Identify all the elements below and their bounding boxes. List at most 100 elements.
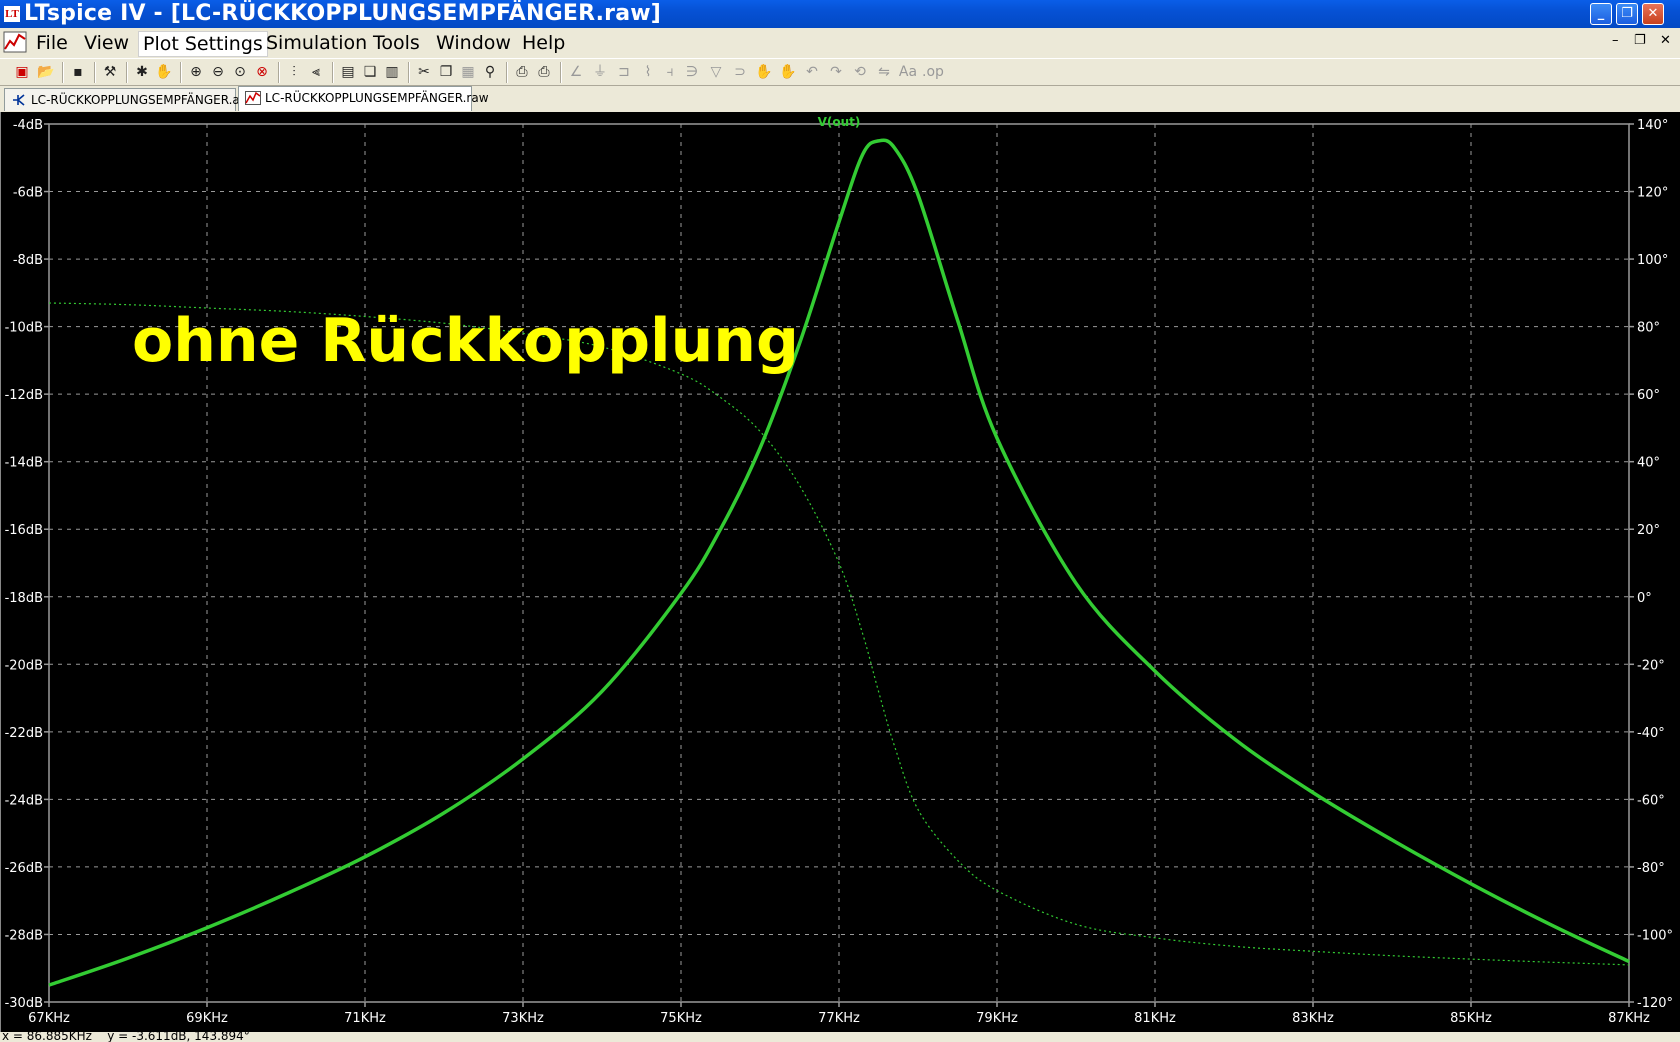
open-icon[interactable]: 📂	[36, 62, 56, 82]
y-right-tick-label: -40°	[1637, 726, 1665, 741]
y-right-tick-label: 20°	[1637, 523, 1660, 538]
label-icon[interactable]: ⊐	[614, 62, 634, 82]
y-right-tick-label: 0°	[1637, 591, 1652, 606]
y-right-tick-label: 40°	[1637, 456, 1660, 471]
traces	[48, 138, 1630, 987]
x-tick-label: 81KHz	[1134, 1011, 1176, 1026]
tab-schematic[interactable]: LC-RÜCKKOPPLUNGSEMPFÄNGER.asc	[4, 88, 253, 111]
ltspice-app-icon[interactable]: LT	[4, 6, 20, 22]
save-icon[interactable]: ▪	[68, 62, 88, 82]
menu-file[interactable]: File	[32, 31, 72, 55]
restore-button[interactable]: ❐	[1616, 3, 1638, 25]
print-icon[interactable]: ⎙	[534, 62, 554, 82]
run-icon[interactable]: ✱	[132, 62, 152, 82]
x-tick-label: 77KHz	[818, 1011, 860, 1026]
y-left-tick-label: -8dB	[13, 253, 43, 268]
find-icon[interactable]: ⚲	[480, 62, 500, 82]
x-tick-label: 69KHz	[186, 1011, 228, 1026]
cascade-icon[interactable]: ❏	[360, 62, 380, 82]
mirror-icon[interactable]: ⇋	[874, 62, 894, 82]
mdi-restore-button[interactable]: ❐	[1634, 33, 1646, 48]
y-right-tick-label: -20°	[1637, 658, 1665, 673]
ground-icon[interactable]: ⏚	[590, 62, 610, 82]
window-title: LTspice IV - [LC-RÜCKKOPPLUNGSEMPFÄNGER.…	[24, 1, 662, 26]
menu-tools[interactable]: Tools	[369, 31, 424, 55]
y-left-tick-label: -28dB	[5, 928, 43, 943]
y-right-tick-label: 60°	[1637, 388, 1660, 403]
y-left-tick-label: -24dB	[5, 793, 43, 808]
print-preview-icon[interactable]: ⎙	[512, 62, 532, 82]
paste-icon[interactable]: ▦	[458, 62, 478, 82]
menu-plot-settings[interactable]: Plot Settings	[138, 31, 268, 57]
x-tick-label: 87KHz	[1608, 1011, 1650, 1026]
menu-bar: File View Plot Settings Simulation Tools…	[0, 28, 1680, 58]
diode-icon[interactable]: ▽	[706, 62, 726, 82]
autorange-icon[interactable]: ⫶	[284, 62, 304, 82]
menu-simulation[interactable]: Simulation	[262, 31, 371, 55]
capacitor-icon[interactable]: ⫞	[660, 62, 680, 82]
status-bar: x = 86.885KHz y = -3.611dB, 143.894°	[0, 1032, 1680, 1042]
y-right-tick-label: 140°	[1637, 118, 1668, 133]
waveform-menu-icon[interactable]	[3, 31, 27, 53]
menu-window[interactable]: Window	[432, 31, 515, 55]
tab-waveform[interactable]: LC-RÜCKKOPPLUNGSEMPFÄNGER.raw	[238, 86, 489, 111]
move-icon[interactable]: ✋	[754, 62, 774, 82]
x-tick-label: 85KHz	[1450, 1011, 1492, 1026]
bode-plot[interactable]: 67KHz 69KHz 71KHz 73KHz 75KHz 77KHz 79KHz 81KHz…	[1, 112, 1680, 1032]
x-tick-label: 67KHz	[28, 1011, 70, 1026]
new-schematic-icon[interactable]: ▣	[12, 62, 32, 82]
copy-icon[interactable]: ❐	[436, 62, 456, 82]
trace-label-vout[interactable]: V(out)	[818, 115, 861, 129]
y-left-tick-label: -30dB	[5, 996, 43, 1011]
zoom-cancel-icon[interactable]: ⊗	[252, 62, 272, 82]
undo-icon[interactable]: ↶	[802, 62, 822, 82]
x-tick-label: 71KHz	[344, 1011, 386, 1026]
zoom-full-icon[interactable]: ⊙	[230, 62, 250, 82]
mdi-close-button[interactable]: ✕	[1660, 33, 1671, 48]
drag-icon[interactable]: ✋	[778, 62, 798, 82]
schematic-icon	[13, 94, 25, 106]
cut-icon[interactable]: ✂	[414, 62, 434, 82]
zoom-out-icon[interactable]: ⊖	[208, 62, 228, 82]
close-button[interactable]: ✕	[1642, 3, 1664, 25]
tile-vertical-icon[interactable]: ▥	[382, 62, 402, 82]
wire-icon[interactable]: ∠	[566, 62, 586, 82]
rotate-icon[interactable]: ⟲	[850, 62, 870, 82]
y-left-tick-label: -10dB	[5, 321, 43, 336]
y-left-tick-label: -26dB	[5, 861, 43, 876]
y-right-tick-label: 80°	[1637, 321, 1660, 336]
tab-waveform-label: LC-RÜCKKOPPLUNGSEMPFÄNGER.raw	[265, 91, 489, 105]
y-right-tick-label: -80°	[1637, 861, 1665, 876]
y-left-tick-label: -22dB	[5, 726, 43, 741]
y-right-tick-label: -60°	[1637, 793, 1665, 808]
pan-icon[interactable]: ✋	[154, 62, 174, 82]
x-tick-label: 73KHz	[502, 1011, 544, 1026]
y-right-tick-label: -120°	[1637, 996, 1673, 1011]
y-right-tick-label: -100°	[1637, 928, 1673, 943]
inductor-icon[interactable]: ∋	[682, 62, 702, 82]
menu-view[interactable]: View	[80, 31, 133, 55]
tile-horizontal-icon[interactable]: ▤	[338, 62, 358, 82]
x-tick-label: 79KHz	[976, 1011, 1018, 1026]
mdi-minimize-button[interactable]: –	[1612, 33, 1619, 48]
menu-help[interactable]: Help	[518, 31, 569, 55]
y-left-tick-label: -16dB	[5, 523, 43, 538]
tile-icon[interactable]: ⫷	[306, 62, 326, 82]
redo-icon[interactable]: ↷	[826, 62, 846, 82]
resistor-icon[interactable]: ⌇	[638, 62, 658, 82]
y-left-tick-label: -6dB	[13, 186, 43, 201]
minimize-button[interactable]: _	[1590, 3, 1612, 25]
y-left-axis-ticks: -4dB -6dB -8dB -10dB -12dB -14dB -16dB -18dB -20…	[5, 118, 49, 1011]
cursor-readout: x = 86.885KHz y = -3.611dB, 143.894°	[2, 1032, 250, 1042]
spice-directive-icon[interactable]: .op	[922, 62, 944, 82]
y-left-tick-label: -14dB	[5, 456, 43, 471]
control-panel-icon[interactable]: ⚒	[100, 62, 120, 82]
y-right-axis-ticks: 140° 120° 100° 80° 60° 40° 20° 0° -20° -40° -60° -8…	[1629, 118, 1673, 1011]
x-tick-label: 75KHz	[660, 1011, 702, 1026]
waveform-plot-pane[interactable]: 67KHz 69KHz 71KHz 73KHz 75KHz 77KHz 79KHz 81KHz…	[0, 112, 1680, 1032]
zoom-in-icon[interactable]: ⊕	[186, 62, 206, 82]
component-icon[interactable]: ⊃	[730, 62, 750, 82]
text-icon[interactable]: Aa	[898, 62, 918, 82]
x-axis-ticks: 67KHz 69KHz 71KHz 73KHz 75KHz 77KHz 79KHz 81KHz…	[28, 1002, 1650, 1026]
y-left-tick-label: -4dB	[13, 118, 43, 133]
